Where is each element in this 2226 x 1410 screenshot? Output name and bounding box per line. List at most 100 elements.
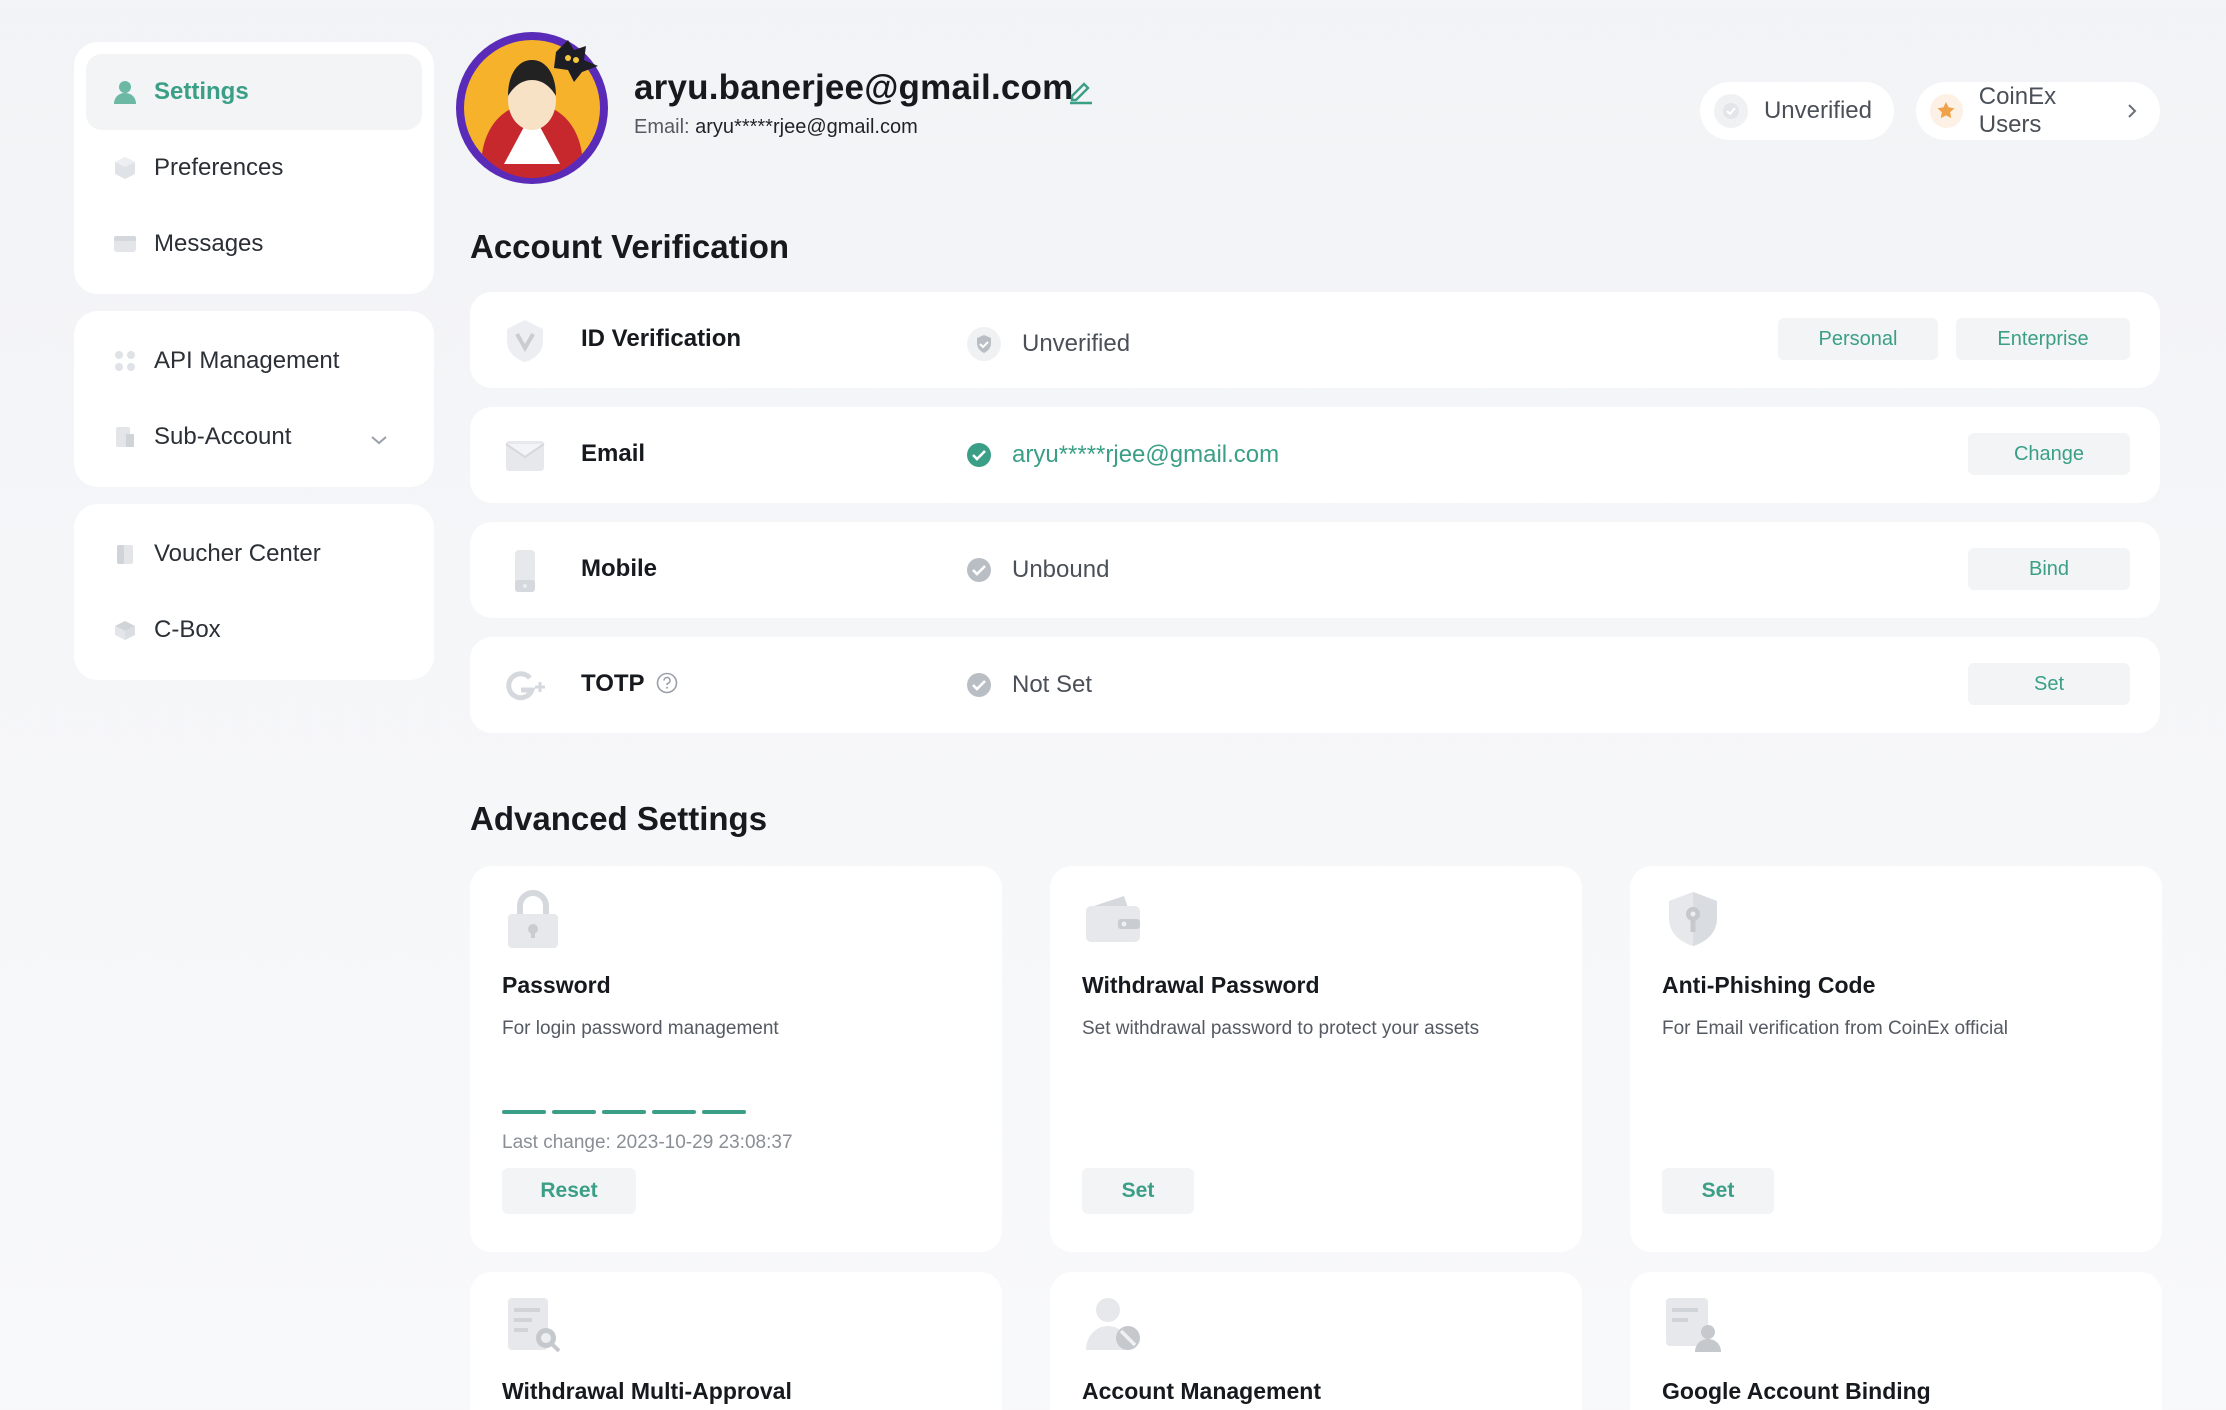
card-title: Account Management xyxy=(1082,1378,1321,1404)
unverified-badge-icon xyxy=(1714,94,1748,128)
sidebar-item-c-box[interactable]: C-Box xyxy=(86,592,422,668)
sidebar-item-label: Voucher Center xyxy=(154,540,321,567)
row-status: Unverified xyxy=(966,326,1130,362)
strength-bar xyxy=(702,1110,746,1114)
google-account-binding-card: Google Account Binding xyxy=(1630,1272,2162,1410)
sidebar-item-messages[interactable]: Messages xyxy=(86,206,422,282)
avatar[interactable] xyxy=(452,24,612,184)
row-name: ID Verification xyxy=(581,325,742,352)
check-circle-icon xyxy=(966,557,992,583)
set-anti-phishing-button[interactable]: Set xyxy=(1662,1168,1774,1214)
lock-icon xyxy=(502,888,564,950)
username: aryu.banerjee@gmail.com xyxy=(634,68,1074,107)
change-email-button[interactable]: Change xyxy=(1968,433,2130,475)
message-icon xyxy=(112,231,138,257)
phone-icon xyxy=(502,548,548,594)
last-change-text: Last change: 2023-10-29 23:08:37 xyxy=(502,1132,793,1153)
shield-check-icon xyxy=(966,326,1002,362)
verification-status-pill[interactable]: Unverified xyxy=(1700,82,1894,140)
card-title: Withdrawal Password xyxy=(1082,972,1320,998)
sidebar-item-voucher-center[interactable]: Voucher Center xyxy=(86,516,422,592)
card-description: For login password management xyxy=(502,1018,779,1039)
user-icon xyxy=(112,79,138,105)
set-withdrawal-password-button[interactable]: Set xyxy=(1082,1168,1194,1214)
sidebar-item-label: Messages xyxy=(154,230,264,257)
sidebar-item-sub-account[interactable]: Sub-Account xyxy=(86,399,422,475)
email-line: Email: aryu*****rjee@gmail.com xyxy=(634,116,918,139)
user-tier-icon xyxy=(1930,94,1963,128)
row-status: Not Set xyxy=(966,671,1092,699)
user-block-icon xyxy=(1082,1294,1144,1356)
sidebar-item-label: C-Box xyxy=(154,616,221,643)
sidebar-group-developer: API Management Sub-Account xyxy=(74,311,434,487)
id-verification-icon xyxy=(502,318,548,364)
advanced-settings-title: Advanced Settings xyxy=(470,800,768,837)
email-value: aryu*****rjee@gmail.com xyxy=(695,116,918,138)
row-status: aryu*****rjee@gmail.com xyxy=(966,441,1279,469)
set-totp-button[interactable]: Set xyxy=(1968,663,2130,705)
card-description: Set withdrawal password to protect your … xyxy=(1082,1018,1480,1039)
id-verification-row: ID Verification Unverified Personal Ente… xyxy=(470,292,2160,388)
card-title: Anti-Phishing Code xyxy=(1662,972,1876,998)
card-description: For Email verification from CoinEx offic… xyxy=(1662,1018,2008,1039)
personal-button[interactable]: Personal xyxy=(1778,318,1938,360)
card-title: Password xyxy=(502,972,611,998)
sidebar-item-label: API Management xyxy=(154,347,340,374)
withdrawal-password-card: Withdrawal Password Set withdrawal passw… xyxy=(1050,866,1582,1252)
verification-status-label: Unverified xyxy=(1763,97,1872,124)
reset-password-button[interactable]: Reset xyxy=(502,1168,636,1214)
sidebar-group-account: Settings Preferences Messages xyxy=(74,42,434,294)
chevron-right-icon xyxy=(2126,102,2138,120)
strength-bar xyxy=(652,1110,696,1114)
row-status-text: Unverified xyxy=(1022,330,1131,357)
document-search-icon xyxy=(502,1294,564,1356)
row-name: Mobile xyxy=(581,555,657,582)
row-status-text: aryu*****rjee@gmail.com xyxy=(1012,441,1280,468)
row-status-text: Unbound xyxy=(1012,556,1110,583)
edit-icon[interactable] xyxy=(1066,76,1096,106)
row-name: Email xyxy=(581,440,646,467)
row-name: TOTP xyxy=(581,670,645,697)
email-label: Email: xyxy=(634,116,690,138)
wallet-icon xyxy=(1082,888,1144,950)
sub-account-icon xyxy=(112,424,138,450)
cube-icon xyxy=(112,155,138,181)
email-row: Email aryu*****rjee@gmail.com Change xyxy=(470,407,2160,503)
coinex-users-label: CoinEx Users xyxy=(1978,83,2057,138)
coinex-users-pill[interactable]: CoinEx Users xyxy=(1916,82,2160,140)
chevron-down-icon[interactable] xyxy=(370,425,388,453)
sidebar-item-settings[interactable]: Settings xyxy=(86,54,422,130)
help-icon[interactable] xyxy=(656,672,678,694)
account-card-icon xyxy=(1662,1294,1724,1356)
sidebar: Settings Preferences Messages API Manage… xyxy=(74,42,434,697)
totp-row: TOTP Not Set Set xyxy=(470,637,2160,733)
check-circle-icon xyxy=(966,672,992,698)
bind-mobile-button[interactable]: Bind xyxy=(1968,548,2130,590)
strength-bar xyxy=(552,1110,596,1114)
google-authenticator-icon xyxy=(502,663,548,709)
card-title: Withdrawal Multi-Approval xyxy=(502,1378,792,1404)
box-icon xyxy=(112,617,138,643)
sidebar-item-label: Preferences xyxy=(154,154,284,181)
voucher-icon xyxy=(112,541,138,567)
enterprise-button[interactable]: Enterprise xyxy=(1956,318,2130,360)
sidebar-item-label: Settings xyxy=(154,78,249,105)
card-title: Google Account Binding xyxy=(1662,1378,1931,1404)
sidebar-group-rewards: Voucher Center C-Box xyxy=(74,504,434,680)
sidebar-item-preferences[interactable]: Preferences xyxy=(86,130,422,206)
mobile-row: Mobile Unbound Bind xyxy=(470,522,2160,618)
api-icon xyxy=(112,348,138,374)
strength-bar xyxy=(602,1110,646,1114)
account-verification-title: Account Verification xyxy=(470,228,790,265)
account-management-card: Account Management xyxy=(1050,1272,1582,1410)
password-card: Password For login password management L… xyxy=(470,866,1002,1252)
withdrawal-multi-approval-card: Withdrawal Multi-Approval xyxy=(470,1272,1002,1410)
shield-key-icon xyxy=(1662,888,1724,950)
check-circle-icon xyxy=(966,442,992,468)
row-status-text: Not Set xyxy=(1012,671,1093,698)
row-status: Unbound xyxy=(966,556,1109,584)
anti-phishing-card: Anti-Phishing Code For Email verificatio… xyxy=(1630,866,2162,1252)
sidebar-item-api-management[interactable]: API Management xyxy=(86,323,422,399)
password-strength-meter xyxy=(502,1110,746,1114)
envelope-icon xyxy=(502,433,548,479)
